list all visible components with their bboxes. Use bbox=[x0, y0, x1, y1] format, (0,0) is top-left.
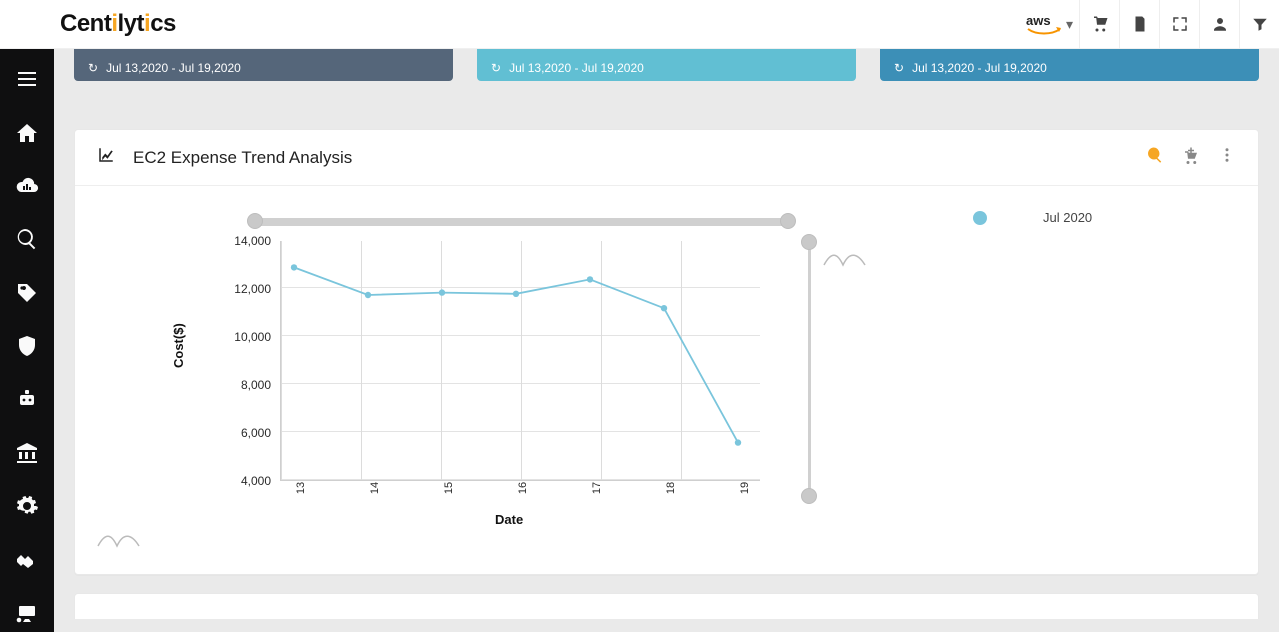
y-tick-2: 8,000 bbox=[241, 378, 271, 392]
legend-region: Jul 2020 bbox=[815, 186, 1258, 556]
mini-curve-decoration bbox=[97, 531, 147, 554]
sidebar-item-partnership[interactable] bbox=[4, 540, 50, 578]
handshake-icon bbox=[15, 547, 39, 571]
summary-strip-1-range: Jul 13,2020 - Jul 19,2020 bbox=[106, 61, 241, 75]
summary-strip-2[interactable]: ↻ Jul 13,2020 - Jul 19,2020 bbox=[477, 49, 856, 81]
document-icon bbox=[1131, 15, 1149, 33]
add-cart-icon bbox=[1182, 146, 1200, 164]
y-tick-4: 12,000 bbox=[234, 282, 271, 296]
main-content: ↻ Jul 13,2020 - Jul 19,2020 ↻ Jul 13,202… bbox=[54, 49, 1279, 632]
svg-text:aws: aws bbox=[1026, 13, 1051, 28]
cloud-chart-icon bbox=[15, 174, 39, 198]
ec2-trend-panel: EC2 Expense Trend Analysis bbox=[74, 129, 1259, 575]
gear-icon bbox=[15, 494, 39, 518]
h-slider-knob-right[interactable] bbox=[780, 213, 796, 229]
svg-text:$: $ bbox=[23, 233, 28, 242]
sidebar-item-training[interactable] bbox=[4, 594, 50, 632]
x-tick-4: 17 bbox=[591, 482, 603, 494]
sidebar-item-home[interactable] bbox=[4, 113, 50, 151]
robot-icon bbox=[15, 387, 39, 411]
filter-icon bbox=[1251, 15, 1269, 33]
vertical-range-slider[interactable] bbox=[808, 240, 811, 498]
x-tick-6: 19 bbox=[739, 482, 751, 494]
summary-strip-3[interactable]: ↻ Jul 13,2020 - Jul 19,2020 bbox=[880, 49, 1259, 81]
shield-icon bbox=[15, 334, 39, 358]
y-tick-1: 6,000 bbox=[241, 426, 271, 440]
header-report-button[interactable] bbox=[1119, 0, 1159, 49]
tag-icon bbox=[15, 281, 39, 305]
summary-strip-1[interactable]: ↻ Jul 13,2020 - Jul 19,2020 bbox=[74, 49, 453, 81]
legend-series-label: Jul 2020 bbox=[1043, 210, 1092, 225]
y-tick-0: 4,000 bbox=[241, 474, 271, 488]
panel-add-to-cart-button[interactable] bbox=[1182, 146, 1200, 169]
x-tick-1: 14 bbox=[369, 482, 381, 494]
brand-text-3: cs bbox=[150, 10, 176, 38]
user-icon bbox=[1211, 15, 1229, 33]
summary-strip-2-range: Jul 13,2020 - Jul 19,2020 bbox=[509, 61, 644, 75]
header-user-button[interactable] bbox=[1199, 0, 1239, 49]
x-tick-3: 16 bbox=[517, 482, 529, 494]
brand-text-1: Cent bbox=[60, 10, 111, 38]
presentation-icon bbox=[15, 601, 39, 625]
brand-text-2: lyt bbox=[118, 10, 145, 38]
bank-icon bbox=[15, 441, 39, 465]
sidebar-item-tags[interactable] bbox=[4, 273, 50, 311]
brand-logo[interactable]: Centilytics bbox=[60, 10, 176, 38]
header-cart-button[interactable] bbox=[1079, 0, 1119, 49]
home-icon bbox=[15, 121, 39, 145]
chart-wrap: Cost($) Date 4,000 6,000 8,000 10,000 12… bbox=[75, 186, 1258, 556]
header-filter-button[interactable] bbox=[1239, 0, 1279, 49]
panel-header: EC2 Expense Trend Analysis bbox=[75, 130, 1258, 186]
zoom-in-icon bbox=[1146, 146, 1164, 164]
next-panel-peek bbox=[74, 593, 1259, 619]
refresh-icon: ↻ bbox=[88, 61, 98, 75]
chart-line-series bbox=[280, 241, 760, 481]
x-tick-0: 13 bbox=[295, 482, 307, 494]
y-tick-5: 14,000 bbox=[234, 234, 271, 248]
refresh-icon: ↻ bbox=[894, 61, 904, 75]
expand-icon bbox=[1171, 15, 1189, 33]
left-sidebar: $ bbox=[0, 0, 54, 632]
horizontal-range-slider[interactable] bbox=[253, 218, 790, 226]
sidebar-item-governance[interactable] bbox=[4, 434, 50, 472]
x-tick-5: 18 bbox=[665, 482, 677, 494]
trend-icon bbox=[97, 146, 115, 169]
summary-strip-row: ↻ Jul 13,2020 - Jul 19,2020 ↻ Jul 13,202… bbox=[54, 49, 1279, 91]
chevron-down-icon: ▾ bbox=[1066, 16, 1073, 33]
chart-x-axis-label: Date bbox=[495, 512, 523, 527]
sidebar-item-cost-search[interactable]: $ bbox=[4, 220, 50, 258]
x-tick-2: 15 bbox=[443, 482, 455, 494]
sidebar-item-list[interactable] bbox=[4, 60, 50, 98]
sidebar-item-security[interactable] bbox=[4, 327, 50, 365]
refresh-icon: ↻ bbox=[491, 61, 501, 75]
y-tick-3: 10,000 bbox=[234, 330, 271, 344]
cloud-provider-picker[interactable]: aws ▾ bbox=[1016, 0, 1079, 48]
panel-actions bbox=[1146, 146, 1236, 169]
aws-icon: aws bbox=[1026, 12, 1062, 36]
panel-zoom-button[interactable] bbox=[1146, 146, 1164, 169]
list-icon bbox=[15, 67, 39, 91]
chart-y-axis-label: Cost($) bbox=[171, 323, 186, 368]
legend-color-dot bbox=[973, 211, 987, 225]
top-header: Centilytics aws ▾ bbox=[0, 0, 1279, 49]
sidebar-item-settings[interactable] bbox=[4, 487, 50, 525]
sidebar-item-automation[interactable] bbox=[4, 380, 50, 418]
mini-curve-decoration bbox=[823, 250, 873, 273]
summary-strip-3-range: Jul 13,2020 - Jul 19,2020 bbox=[912, 61, 1047, 75]
plot-region: Cost($) Date 4,000 6,000 8,000 10,000 12… bbox=[75, 186, 815, 556]
search-dollar-icon: $ bbox=[15, 227, 39, 251]
h-slider-knob-left[interactable] bbox=[247, 213, 263, 229]
cart-icon bbox=[1091, 15, 1109, 33]
panel-title: EC2 Expense Trend Analysis bbox=[133, 148, 352, 168]
panel-more-button[interactable] bbox=[1218, 146, 1236, 169]
header-right: aws ▾ bbox=[1016, 0, 1279, 48]
sidebar-item-cloud-analytics[interactable] bbox=[4, 167, 50, 205]
header-fullscreen-button[interactable] bbox=[1159, 0, 1199, 49]
chart-legend[interactable]: Jul 2020 bbox=[973, 210, 1092, 225]
more-vertical-icon bbox=[1218, 146, 1236, 164]
